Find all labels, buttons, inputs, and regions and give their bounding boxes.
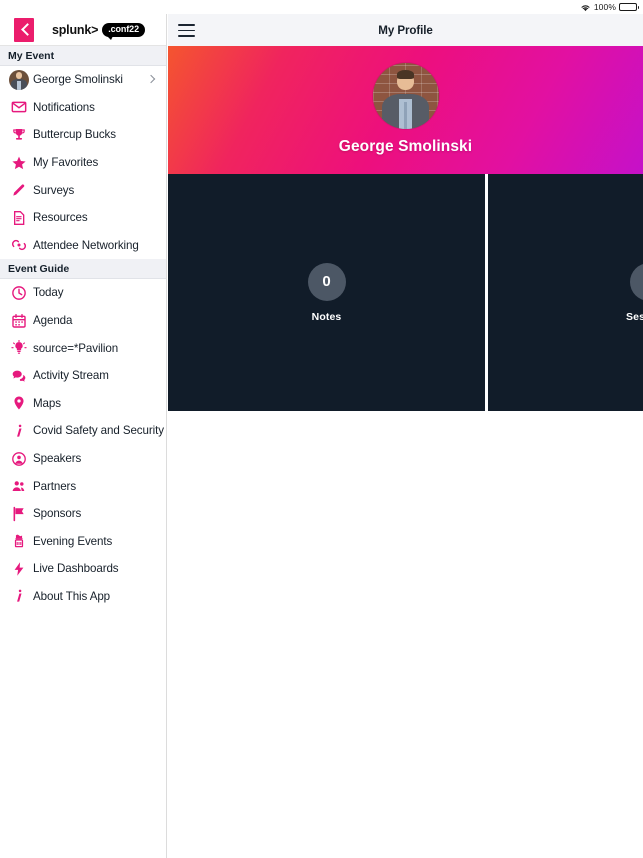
battery-percent-label: 100% xyxy=(593,2,616,12)
sidebar-item-label: About This App xyxy=(33,589,111,603)
sidebar-item-george-smolinski[interactable]: George Smolinski xyxy=(0,66,166,94)
sidebar-section-header: Event Guide xyxy=(0,259,166,280)
speaker-person-icon xyxy=(5,451,33,467)
sidebar-item-label: Live Dashboards xyxy=(33,562,119,576)
splunk-wordmark: splunk> xyxy=(52,22,99,37)
sidebar-item-label: My Favorites xyxy=(33,156,99,170)
status-bar: 100% xyxy=(0,0,643,14)
sidebar-brand-header: splunk> .conf22 xyxy=(0,14,166,46)
chevron-right-icon xyxy=(146,74,156,84)
sidebar-item-sponsors[interactable]: Sponsors xyxy=(0,499,166,528)
notes-count: 0 xyxy=(307,262,346,301)
sidebar-item-buttercup-bucks[interactable]: Buttercup Bucks xyxy=(0,121,166,149)
flag-icon xyxy=(5,506,33,522)
profile-hero-banner: George Smolinski xyxy=(168,46,643,174)
main-content: My Profile George Smolinski 0 Notes Ses xyxy=(168,14,643,858)
sidebar-item-label: Resources xyxy=(33,211,88,225)
pencil-icon xyxy=(5,182,33,198)
hamburger-menu-icon[interactable] xyxy=(178,24,195,37)
profile-name: George Smolinski xyxy=(338,137,473,155)
sidebar-item-label: Sponsors xyxy=(33,507,82,521)
sessions-label: Sessions xyxy=(626,310,643,323)
envelope-icon xyxy=(5,99,33,115)
sidebar-nav: My Event George Smolinski Notifications But… xyxy=(0,46,166,611)
notes-tile[interactable]: 0 Notes xyxy=(168,174,485,411)
splunk-logo: splunk> .conf22 xyxy=(52,22,145,40)
sidebar-item-agenda[interactable]: Agenda xyxy=(0,306,166,335)
top-bar: My Profile xyxy=(168,14,643,46)
back-button[interactable] xyxy=(14,17,34,42)
sidebar-item-label: Activity Stream xyxy=(33,369,109,383)
stat-tiles: 0 Notes 3 Sessions xyxy=(168,174,643,411)
sidebar-item-label: Today xyxy=(33,286,64,300)
user-avatar xyxy=(5,69,33,90)
lightning-bolt-icon xyxy=(5,561,33,577)
sidebar-item-label: Notifications xyxy=(33,100,95,114)
sidebar-item-label: source=*Pavilion xyxy=(33,341,119,355)
sidebar-item-label: Partners xyxy=(33,479,77,493)
lightbulb-icon xyxy=(5,340,33,356)
sidebar-item-today[interactable]: Today xyxy=(0,279,166,307)
wifi-icon xyxy=(580,3,591,12)
document-icon xyxy=(5,210,33,226)
info-italic-icon xyxy=(5,588,33,604)
sessions-count: 3 xyxy=(630,262,643,301)
sidebar-item-speakers[interactable]: Speakers xyxy=(0,444,166,473)
conf22-badge: .conf22 xyxy=(102,22,145,40)
handshake-icon xyxy=(5,237,33,253)
sidebar-item-activity-stream[interactable]: Activity Stream xyxy=(0,361,166,390)
trophy-icon xyxy=(5,127,33,143)
sidebar-item-label: Covid Safety and Security xyxy=(33,424,164,438)
sidebar-item-label: Maps xyxy=(33,396,61,410)
sidebar-item-label: Buttercup Bucks xyxy=(33,128,116,142)
sidebar-item-live-dashboards[interactable]: Live Dashboards xyxy=(0,555,166,583)
calendar-icon xyxy=(5,313,33,329)
sidebar-item-label: Speakers xyxy=(33,452,82,466)
sidebar: splunk> .conf22 My Event George Smolinski… xyxy=(0,14,167,858)
sidebar-item-about-this-app[interactable]: About This App xyxy=(0,582,166,611)
sidebar-item-evening-events[interactable]: Evening Events xyxy=(0,527,166,556)
sidebar-item-label: Agenda xyxy=(33,314,73,328)
star-icon xyxy=(5,155,33,171)
battery-full-icon xyxy=(619,3,639,11)
profile-photo[interactable] xyxy=(372,62,439,129)
app-root: 100% splunk> .conf22 My Event George Smol… xyxy=(0,0,643,858)
info-italic-icon xyxy=(5,423,33,439)
sidebar-item-label: Evening Events xyxy=(33,534,113,548)
page-title: My Profile xyxy=(378,23,433,37)
sidebar-item-surveys[interactable]: Surveys xyxy=(0,176,166,204)
sidebar-item-attendee-networking[interactable]: Attendee Networking xyxy=(0,231,166,260)
sidebar-item-source-pavilion[interactable]: source=*Pavilion xyxy=(0,334,166,362)
sidebar-item-maps[interactable]: Maps xyxy=(0,389,166,418)
sidebar-section-header: My Event xyxy=(0,46,166,66)
sidebar-item-partners[interactable]: Partners xyxy=(0,472,166,500)
chevron-left-icon xyxy=(21,24,28,36)
notes-label: Notes xyxy=(311,310,342,323)
sidebar-item-notifications[interactable]: Notifications xyxy=(0,93,166,122)
sidebar-item-covid-safety-and-security[interactable]: Covid Safety and Security xyxy=(0,417,166,445)
sidebar-item-label: George Smolinski xyxy=(33,73,123,87)
sessions-tile[interactable]: 3 Sessions xyxy=(488,174,643,411)
sidebar-item-label: Surveys xyxy=(33,183,75,197)
clock-icon xyxy=(5,285,33,301)
sidebar-item-label: Attendee Networking xyxy=(33,238,139,252)
party-icon xyxy=(5,533,33,549)
sidebar-item-resources[interactable]: Resources xyxy=(0,203,166,232)
sidebar-item-my-favorites[interactable]: My Favorites xyxy=(0,148,166,177)
map-pin-icon xyxy=(5,395,33,411)
people-icon xyxy=(5,478,33,494)
chat-bubbles-icon xyxy=(5,368,33,384)
